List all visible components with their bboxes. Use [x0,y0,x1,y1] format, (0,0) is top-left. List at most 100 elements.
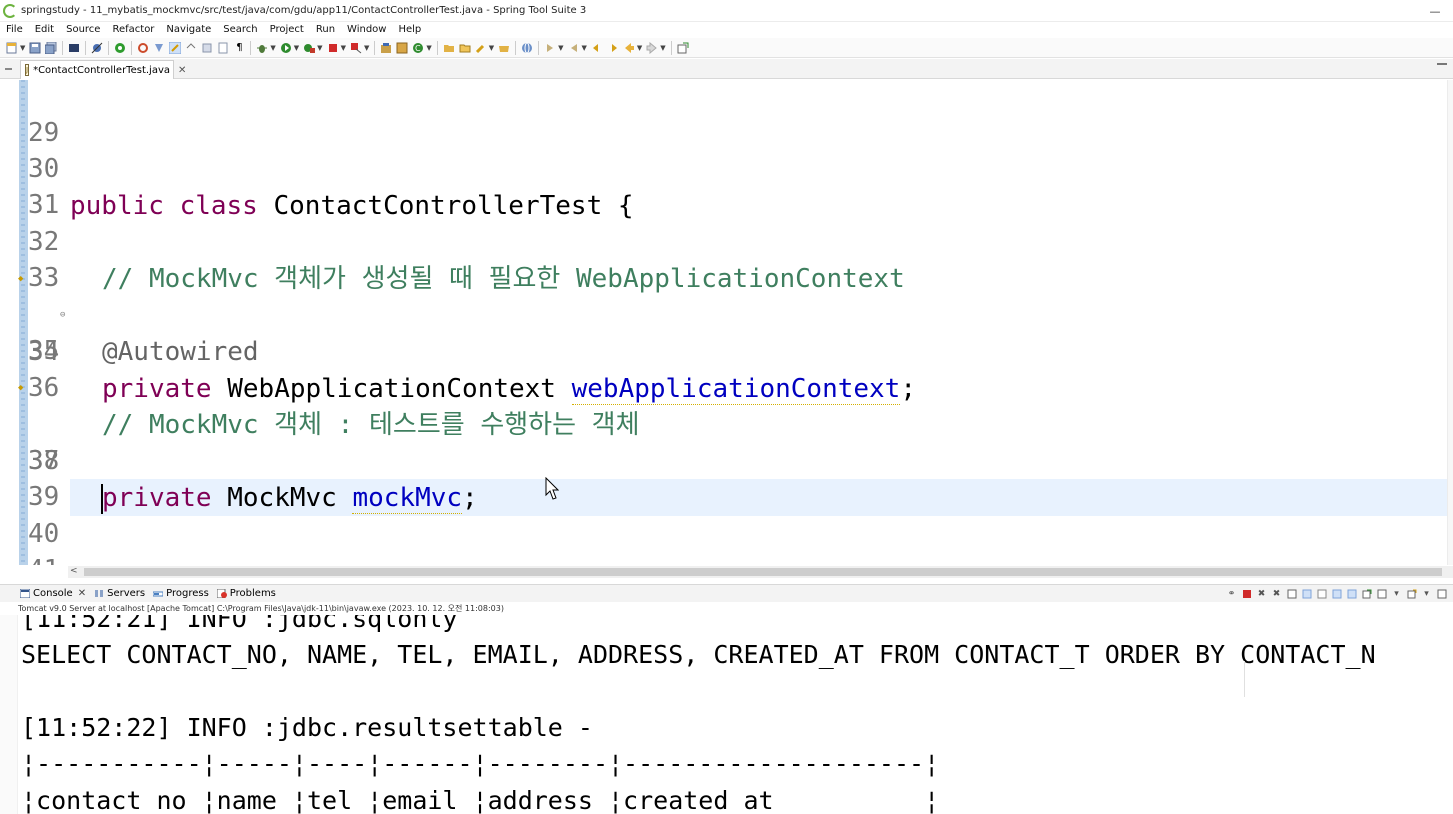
console-toolbar: ⚭ ✖ ✖ ▾ ▾ [1224,587,1449,600]
run-icon[interactable] [279,41,293,55]
new-dropdown-icon[interactable]: ▼ [20,44,25,52]
warning-marker-icon[interactable]: ◆ [18,383,28,393]
menu-help[interactable]: Help [392,24,427,35]
word-wrap-icon[interactable] [1315,587,1328,600]
chevron-down-icon[interactable]: ▾ [1420,587,1433,600]
external-tools-icon[interactable] [302,41,316,55]
forward-icon[interactable] [645,41,659,55]
chevron-down-icon[interactable]: ▾ [1390,587,1403,600]
back-icon[interactable] [622,41,636,55]
link-icon[interactable]: ⚭ [1225,587,1238,600]
mark-occurrences-icon[interactable] [168,41,182,55]
back-dropdown-icon[interactable]: ▼ [637,44,642,52]
save-all-icon[interactable] [44,41,58,55]
open-console-icon[interactable] [1405,587,1418,600]
progress-icon [153,591,164,597]
show-whitespace-icon[interactable] [200,41,214,55]
menu-refactor[interactable]: Refactor [106,24,160,35]
remove-all-icon[interactable]: ✖ [1270,587,1283,600]
remove-launch-icon[interactable]: ✖ [1255,587,1268,600]
show-stdout-icon[interactable] [1330,587,1343,600]
menu-source[interactable]: Source [60,24,106,35]
open-type-icon[interactable] [152,41,166,55]
open-folder-icon[interactable] [442,41,456,55]
display-selected-console-icon[interactable] [1375,587,1388,600]
menu-edit[interactable]: Edit [29,24,60,35]
servers-icon [95,590,104,597]
line-number: 41 [28,552,62,565]
clear-console-icon[interactable] [1285,587,1298,600]
code-line: 39 [0,442,1453,512]
console-output[interactable]: [11:52:21] INFO :jdbc.sqlonly SELECT CON… [0,615,1453,814]
console-gutter [0,615,18,814]
menu-navigate[interactable]: Navigate [160,24,217,35]
menu-file[interactable]: File [0,24,29,35]
tab-servers[interactable]: Servers [94,588,145,599]
close-icon[interactable]: ✕ [178,65,186,76]
globe-icon[interactable] [520,41,534,55]
new-java-project-icon[interactable] [379,41,393,55]
next-annotation-dropdown-icon[interactable]: ▼ [558,44,563,52]
pin-console-icon[interactable] [1360,587,1373,600]
pin-editor-icon[interactable] [676,41,690,55]
previous-annotation-icon[interactable] [567,41,581,55]
minimize-button[interactable]: — [1417,0,1453,22]
tab-contact-controller-test[interactable]: J *ContactControllerTest.java ✕ [20,60,186,79]
pilcrow-icon[interactable]: ¶ [232,41,246,55]
new-class-dropdown-icon[interactable]: ▼ [426,44,431,52]
terminate-icon[interactable] [1240,587,1253,600]
debug-dropdown-icon[interactable]: ▼ [270,44,275,52]
menu-run[interactable]: Run [310,24,341,35]
deploy-dropdown-icon[interactable]: ▼ [364,44,369,52]
close-icon[interactable]: ✕ [78,588,86,599]
search-icon[interactable] [474,41,488,55]
minimize-panel-icon[interactable] [1435,587,1448,600]
open-task-icon[interactable] [497,41,511,55]
back-edit-icon[interactable] [606,41,620,55]
tab-progress[interactable]: Progress [153,588,209,599]
editor-tab-strip: J *ContactControllerTest.java ✕ [0,59,1453,79]
new-icon[interactable] [5,41,19,55]
next-annotation-icon[interactable] [543,41,557,55]
deploy-icon[interactable] [349,41,363,55]
debug-icon[interactable] [255,41,269,55]
tab-console[interactable]: Console ✕ [20,588,86,599]
new-class-icon[interactable]: C [411,41,425,55]
search-dropdown-icon[interactable]: ▼ [489,44,494,52]
warning-marker-icon[interactable]: ◆ [18,274,28,284]
overview-ruler[interactable] [1447,80,1453,565]
new-package-icon[interactable] [395,41,409,55]
terminal-icon[interactable] [67,41,81,55]
menu-window[interactable]: Window [341,24,392,35]
scrollbar-thumb[interactable] [84,568,1442,576]
stop-dropdown-icon[interactable]: ▼ [341,44,346,52]
previous-annotation-dropdown-icon[interactable]: ▼ [582,44,587,52]
last-edit-location-icon[interactable] [590,41,604,55]
minimize-editor-icon[interactable] [1437,63,1447,73]
tab-label: Progress [166,588,209,599]
spring-boot-icon[interactable] [113,41,127,55]
menu-project[interactable]: Project [264,24,310,35]
code-line: 29 [0,80,1453,148]
run-dropdown-icon[interactable]: ▼ [294,44,299,52]
stop-icon[interactable] [326,41,340,55]
text-caret [101,484,103,514]
scroll-lock-icon[interactable] [1300,587,1313,600]
code-line: 30 public class ContactControllerTest { [0,114,1453,221]
toggle-block-icon[interactable] [184,41,198,55]
menu-search[interactable]: Search [217,24,263,35]
external-tools-dropdown-icon[interactable]: ▼ [317,44,322,52]
restore-icon[interactable] [5,68,12,73]
save-icon[interactable] [28,41,42,55]
refresh-icon[interactable] [136,41,150,55]
show-stderr-icon[interactable] [1345,587,1358,600]
editor-horizontal-scrollbar[interactable]: < [68,566,1453,578]
console-line: SELECT CONTACT_NO, NAME, TEL, EMAIL, ADD… [21,640,1376,669]
code-editor[interactable]: 29 30 public class ContactControllerTest… [0,80,1453,565]
word-wrap-icon[interactable] [216,41,230,55]
open-file-icon[interactable] [458,41,472,55]
tab-problems[interactable]: Problems [216,588,276,599]
skip-breakpoints-icon[interactable] [90,41,104,55]
scroll-left-icon[interactable]: < [70,566,78,576]
forward-dropdown-icon[interactable]: ▼ [660,44,665,52]
